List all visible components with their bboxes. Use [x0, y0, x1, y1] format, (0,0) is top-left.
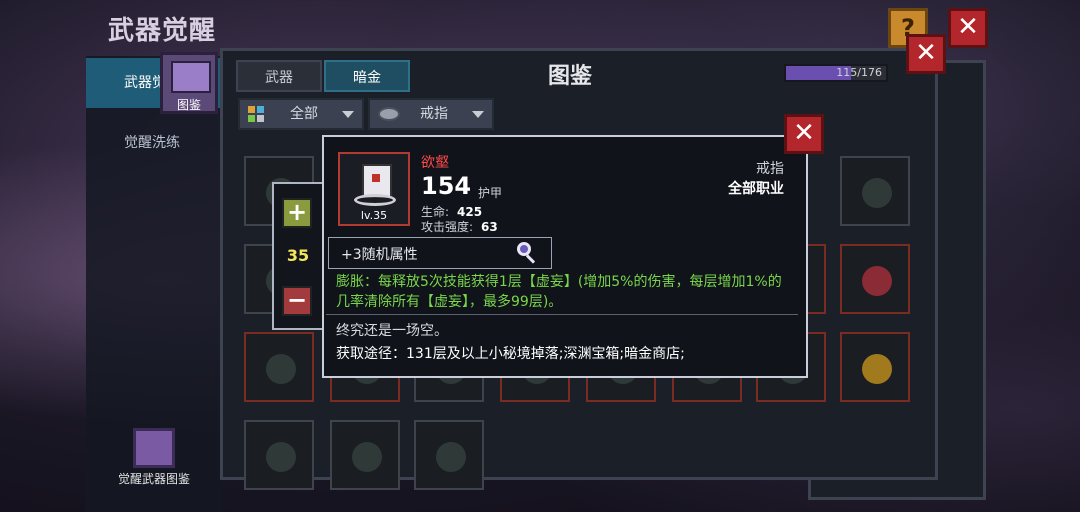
item-slot[interactable] — [244, 332, 314, 402]
book-icon — [171, 61, 211, 93]
tab-label: 武器 — [265, 70, 293, 86]
item-source-text: 获取途径：131层及以上小秘境掉落;深渊宝箱;暗金商店; — [336, 346, 685, 362]
plus-icon: + — [286, 198, 308, 226]
level-stepper: + 35 − — [272, 182, 324, 330]
codex-icon — [133, 428, 175, 468]
decrease-level-button[interactable]: − — [282, 286, 312, 316]
increase-level-button[interactable]: + — [282, 198, 312, 228]
ring-icon — [378, 107, 400, 121]
chevron-down-icon — [472, 111, 484, 118]
item-name: 欲壑 — [421, 155, 449, 171]
codex-book-button[interactable]: 图鉴 — [160, 52, 218, 114]
item-class: 全部职业 — [728, 181, 784, 197]
item-level: lv.35 — [360, 209, 388, 222]
item-crown-icon — [862, 354, 892, 384]
item-claw-icon — [862, 266, 892, 296]
close-icon: ✕ — [957, 12, 979, 42]
stat-value: 63 — [481, 220, 498, 234]
item-slot[interactable] — [840, 244, 910, 314]
chevron-down-icon — [342, 111, 354, 118]
magnifier-handle — [525, 254, 536, 264]
item-silhouette-icon — [266, 354, 296, 384]
close-screen-button[interactable]: ✕ — [948, 8, 988, 48]
level-value: 35 — [286, 246, 310, 265]
item-slot[interactable] — [244, 420, 314, 490]
minus-icon: − — [286, 286, 308, 314]
item-silhouette-icon — [266, 442, 296, 472]
category-filter-dropdown[interactable]: 全部 — [238, 98, 364, 130]
item-slot[interactable] — [330, 420, 400, 490]
item-type: 戒指 — [756, 161, 784, 177]
divider — [326, 314, 798, 315]
sidebar-item-awaken-reroll[interactable]: 觉醒洗练 — [86, 118, 222, 168]
panel-title: 图鉴 — [548, 64, 593, 89]
tab-dark-gold[interactable]: 暗金 — [324, 60, 410, 92]
close-codex-button[interactable]: ✕ — [906, 34, 946, 74]
close-icon: ✕ — [793, 118, 815, 148]
progress-text: 115/176 — [836, 66, 882, 79]
awaken-codex-button[interactable]: 觉醒武器图鉴 — [86, 428, 222, 487]
item-icon: lv.35 — [338, 152, 410, 226]
item-flavor-text: 终究还是一场空。 — [336, 323, 448, 339]
item-slot[interactable] — [840, 156, 910, 226]
armor-label: 护甲 — [478, 186, 503, 200]
armor-value: 154 — [421, 172, 472, 200]
magnifier-icon — [517, 242, 531, 256]
close-icon: ✕ — [915, 38, 937, 68]
stat-attack: 攻击强度: 63 — [421, 218, 498, 235]
tab-weapons[interactable]: 武器 — [236, 60, 322, 92]
random-attribute-label: +3随机属性 — [341, 247, 418, 263]
item-silhouette-icon — [352, 442, 382, 472]
book-icon-label: 图鉴 — [176, 98, 201, 112]
item-silhouette-icon — [436, 442, 466, 472]
item-silhouette-icon — [862, 178, 892, 208]
stat-value: 425 — [457, 205, 483, 219]
awaken-codex-label: 觉醒武器图鉴 — [117, 472, 190, 486]
screen-title: 武器觉醒 — [108, 16, 217, 46]
close-detail-button[interactable]: ✕ — [784, 114, 824, 154]
filter-label: 全部 — [290, 106, 318, 122]
tab-label: 暗金 — [353, 70, 381, 86]
random-attribute-box[interactable]: +3随机属性 — [328, 237, 552, 269]
filter-label: 戒指 — [420, 106, 448, 122]
stat-label: 生命: — [421, 205, 450, 219]
ring-gem-icon — [362, 164, 392, 198]
type-filter-dropdown[interactable]: 戒指 — [368, 98, 494, 130]
item-slot[interactable] — [840, 332, 910, 402]
stat-label: 攻击强度: — [421, 220, 474, 234]
item-effect-text: 膨胀：每释放5次技能获得1层【虚妄】(增加5%的伤害，每层增加1%的几率清除所有… — [336, 274, 782, 310]
sidebar-item-label: 觉醒洗练 — [124, 135, 180, 151]
ring-band-icon — [354, 194, 396, 206]
item-slot[interactable] — [414, 420, 484, 490]
collection-progress: 115/176 — [784, 64, 888, 82]
grid-icon — [248, 106, 264, 122]
